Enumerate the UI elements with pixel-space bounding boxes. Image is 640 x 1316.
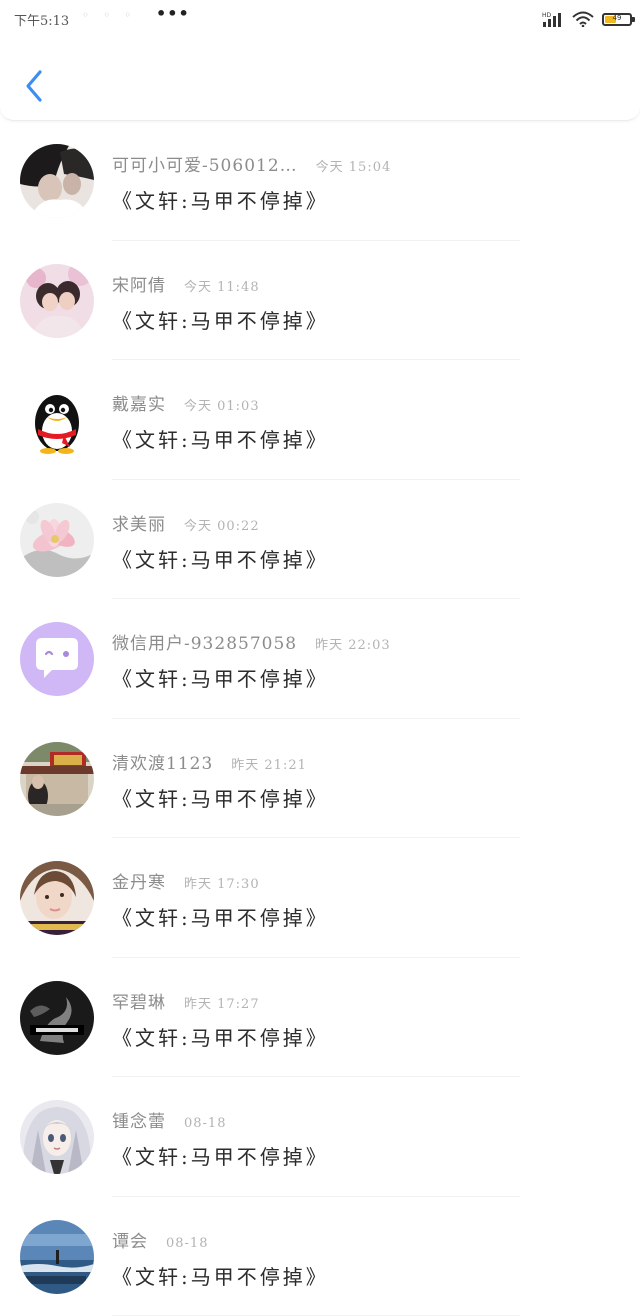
message-preview: 《文轩:马甲不停掉》 bbox=[112, 305, 329, 334]
status-time: 下午5:13 bbox=[14, 10, 69, 29]
contact-time: 昨天 21:21 bbox=[231, 758, 307, 773]
message-preview: 《文轩:马甲不停掉》 bbox=[112, 185, 329, 214]
contact-time: 今天 11:48 bbox=[184, 280, 260, 295]
avatar-photo-couple[interactable] bbox=[20, 144, 94, 218]
contact-name: 谭会 bbox=[112, 1232, 148, 1252]
item-meta: 微信用户-932857058 昨天 22:03 bbox=[112, 629, 391, 654]
message-preview: 《文轩:马甲不停掉》 bbox=[112, 902, 329, 931]
contact-row[interactable]: 锺念蕾 08-18 《文轩:马甲不停掉》 bbox=[0, 1077, 640, 1197]
avatar-anime-girl[interactable] bbox=[20, 1100, 94, 1174]
item-meta: 罕碧琳 昨天 17:27 bbox=[112, 988, 260, 1013]
contact-row[interactable]: 求美丽 今天 00:22 《文轩:马甲不停掉》 bbox=[0, 480, 640, 600]
contact-row[interactable]: 微信用户-932857058 昨天 22:03 《文轩:马甲不停掉》 bbox=[0, 599, 640, 719]
contact-name: 锺念蕾 bbox=[112, 1112, 166, 1132]
contact-row[interactable]: 谭会 08-18 《文轩:马甲不停掉》 bbox=[0, 1197, 640, 1316]
back-button[interactable] bbox=[20, 66, 50, 106]
message-preview: 《文轩:马甲不停掉》 bbox=[112, 1261, 329, 1290]
contact-name: 可可小可爱-506012… bbox=[112, 156, 298, 176]
avatar-photo-temple[interactable] bbox=[20, 742, 94, 816]
item-meta: 清欢渡1123 昨天 21:21 bbox=[112, 749, 307, 774]
contact-list: 可可小可爱-506012… 今天 15:04 《文轩:马甲不停掉》 宋阿倩 今天 1… bbox=[0, 121, 640, 1316]
chevron-left-icon bbox=[20, 66, 50, 106]
message-preview: 《文轩:马甲不停掉》 bbox=[112, 783, 329, 812]
contact-row[interactable]: 清欢渡1123 昨天 21:21 《文轩:马甲不停掉》 bbox=[0, 719, 640, 839]
message-preview: 《文轩:马甲不停掉》 bbox=[112, 424, 329, 453]
avatar-photo-girl[interactable] bbox=[20, 861, 94, 935]
contact-time: 昨天 17:27 bbox=[184, 997, 260, 1012]
contact-time: 今天 15:04 bbox=[316, 160, 392, 175]
contact-time: 今天 01:03 bbox=[184, 399, 260, 414]
signal-icon: HD bbox=[542, 11, 564, 27]
contact-row[interactable]: 罕碧琳 昨天 17:27 《文轩:马甲不停掉》 bbox=[0, 958, 640, 1078]
contact-time: 08-18 bbox=[184, 1116, 226, 1131]
item-meta: 金丹寒 昨天 17:30 bbox=[112, 868, 260, 893]
contact-time: 08-18 bbox=[166, 1236, 208, 1251]
notification-icons: ◦◦◦ bbox=[82, 8, 145, 22]
contact-time: 今天 00:22 bbox=[184, 519, 260, 534]
item-meta: 求美丽 今天 00:22 bbox=[112, 510, 260, 535]
contact-name: 宋阿倩 bbox=[112, 276, 166, 296]
avatar-photo-sea[interactable] bbox=[20, 1220, 94, 1294]
wifi-icon bbox=[572, 11, 594, 27]
message-preview: 《文轩:马甲不停掉》 bbox=[112, 544, 329, 573]
item-meta: 可可小可爱-506012… 今天 15:04 bbox=[112, 151, 391, 176]
contact-name: 微信用户-932857058 bbox=[112, 634, 297, 654]
contact-row[interactable]: 宋阿倩 今天 11:48 《文轩:马甲不停掉》 bbox=[0, 241, 640, 361]
message-preview: 《文轩:马甲不停掉》 bbox=[112, 663, 329, 692]
status-bar: 下午5:13 ◦◦◦ ••• HD 49 bbox=[0, 0, 640, 38]
avatar-photo-smoke[interactable] bbox=[20, 981, 94, 1055]
message-preview: 《文轩:马甲不停掉》 bbox=[112, 1141, 329, 1170]
item-meta: 锺念蕾 08-18 bbox=[112, 1107, 226, 1132]
contact-row[interactable]: 金丹寒 昨天 17:30 《文轩:马甲不停掉》 bbox=[0, 838, 640, 958]
more-notifications-icon: ••• bbox=[156, 4, 190, 23]
message-preview: 《文轩:马甲不停掉》 bbox=[112, 1022, 329, 1051]
contact-name: 金丹寒 bbox=[112, 873, 166, 893]
signal-badge: HD bbox=[542, 12, 552, 19]
avatar-lotus[interactable] bbox=[20, 503, 94, 577]
contact-name: 清欢渡1123 bbox=[112, 754, 213, 774]
avatar-default-chat[interactable] bbox=[20, 622, 94, 696]
item-meta: 谭会 08-18 bbox=[112, 1227, 208, 1252]
contact-time: 昨天 22:03 bbox=[315, 638, 391, 653]
item-meta: 宋阿倩 今天 11:48 bbox=[112, 271, 260, 296]
status-indicators: HD 49 bbox=[542, 9, 632, 29]
contact-time: 昨天 17:30 bbox=[184, 877, 260, 892]
contact-row[interactable]: 戴嘉实 今天 01:03 《文轩:马甲不停掉》 bbox=[0, 360, 640, 480]
item-meta: 戴嘉实 今天 01:03 bbox=[112, 390, 260, 415]
contact-name: 罕碧琳 bbox=[112, 993, 166, 1013]
contact-row[interactable]: 可可小可爱-506012… 今天 15:04 《文轩:马甲不停掉》 bbox=[0, 121, 640, 241]
avatar-penguin[interactable] bbox=[20, 383, 94, 457]
contact-name: 戴嘉实 bbox=[112, 395, 166, 415]
contact-name: 求美丽 bbox=[112, 515, 166, 535]
avatar-photo-pink-couple[interactable] bbox=[20, 264, 94, 338]
battery-level: 49 bbox=[604, 14, 630, 22]
battery-icon: 49 bbox=[602, 13, 632, 26]
